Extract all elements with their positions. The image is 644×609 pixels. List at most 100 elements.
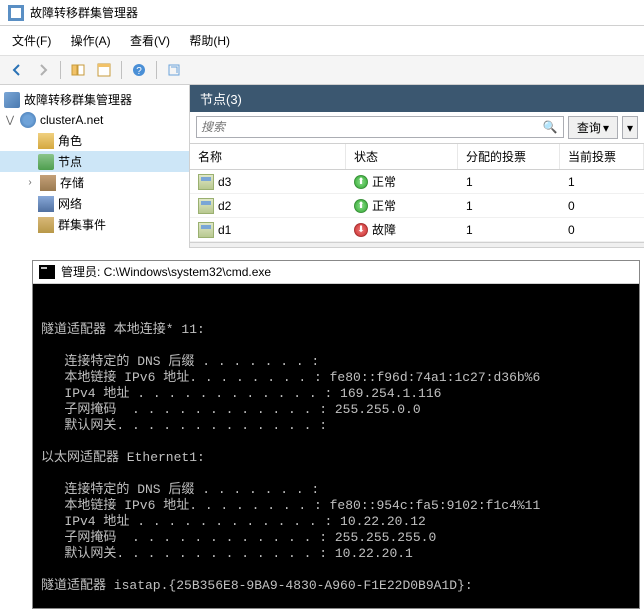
assigned-vote: 1 [458,170,560,193]
tree-cluster[interactable]: ⋁ clusterA.net [0,110,189,130]
forward-button[interactable] [32,59,54,81]
table-row[interactable]: d3 ⬆ 正常 11 [190,170,644,194]
svg-text:?: ? [136,66,142,77]
cmd-line: 连接特定的 DNS 后缀 . . . . . . . : [41,482,319,497]
grid-body: d3⬆正常11d2⬆正常10d1⬇故障10 [190,170,644,242]
content-header-label: 节点(3) [200,92,242,107]
window-titlebar: 故障转移群集管理器 [0,0,644,26]
column-name[interactable]: 名称 [190,144,346,169]
menubar: 文件(F) 操作(A) 查看(V) 帮助(H) [0,26,644,56]
menu-view[interactable]: 查看(V) [122,28,178,53]
back-button[interactable] [6,59,28,81]
chevron-down-icon: ▾ [627,121,633,135]
navigation-tree: 故障转移群集管理器 ⋁ clusterA.net 角色 节点 › 存储 网络 [0,85,190,248]
help-button[interactable]: ? [128,59,150,81]
cmd-line: 以太网适配器 Ethernet1: [41,450,205,465]
collapse-icon[interactable]: ⋁ [4,114,16,126]
app-icon [8,5,24,21]
tree-events-label: 群集事件 [58,216,106,233]
tree-storage[interactable]: › 存储 [0,172,189,193]
tree-node[interactable]: 节点 [0,151,189,172]
cmd-line: 本地链接 IPv6 地址. . . . . . . . : fe80::954c… [41,498,540,513]
toolbar: ? [0,56,644,85]
tree-cluster-label: clusterA.net [40,113,103,127]
column-status[interactable]: 状态 [346,144,458,169]
window-title: 故障转移群集管理器 [30,4,138,21]
tree-root-label: 故障转移群集管理器 [24,91,132,108]
tree-root[interactable]: 故障转移群集管理器 [0,89,189,110]
table-row[interactable]: d1 ⬇ 故障 10 [190,218,644,242]
tree-network[interactable]: 网络 [0,193,189,214]
current-vote: 1 [560,170,644,193]
cmd-line: 连接特定的 DNS 后缀 . . . . . . . : [41,354,319,369]
server-icon [198,222,214,238]
cmd-line: 子网掩码 . . . . . . . . . . . . : 255.255.0… [41,402,421,417]
node-name: d2 [218,199,231,213]
chevron-down-icon: ▾ [603,121,609,135]
search-input[interactable] [201,120,541,134]
cmd-title-text: 管理员: C:\Windows\system32\cmd.exe [61,264,271,280]
events-icon [38,217,54,233]
status-text: 故障 [372,221,396,238]
table-row[interactable]: d2 ⬆ 正常 10 [190,194,644,218]
tree-role[interactable]: 角色 [0,130,189,151]
cmd-line: IPv4 地址 . . . . . . . . . . . . : 10.22.… [41,514,426,529]
search-box: 🔍 [196,116,564,138]
cluster-manager-icon [4,92,20,108]
cmd-line: 本地链接 IPv6 地址. . . . . . . . : fe80::f96d… [41,370,540,385]
storage-icon [40,175,56,191]
server-icon [198,174,214,190]
cmd-line: 隧道适配器 isatap.{25B356E8-9BA9-4830-A960-F1… [41,578,473,593]
query-button[interactable]: 查询 ▾ [568,116,618,139]
cmd-icon [39,265,55,279]
dropdown-button[interactable]: ▾ [622,116,638,139]
content-header: 节点(3) [190,85,644,112]
grid-header: 名称 状态 分配的投票 当前投票 [190,144,644,170]
node-icon [38,154,54,170]
toolbar-separator [60,61,61,79]
node-name: d1 [218,223,231,237]
cmd-titlebar: 管理员: C:\Windows\system32\cmd.exe [33,261,639,284]
server-icon [198,198,214,214]
refresh-button[interactable] [163,59,185,81]
current-vote: 0 [560,218,644,241]
show-hide-tree-button[interactable] [67,59,89,81]
properties-button[interactable] [93,59,115,81]
menu-help[interactable]: 帮助(H) [181,28,238,53]
role-icon [38,133,54,149]
split-bar[interactable] [190,242,644,248]
network-icon [38,196,54,212]
status-ok-icon: ⬆ [354,175,368,189]
cmd-line: 隧道适配器 本地连接* 11: [41,322,205,337]
cmd-line: IPv4 地址 . . . . . . . . . . . . : 169.25… [41,386,441,401]
status-text: 正常 [372,197,396,214]
tree-events[interactable]: 群集事件 [0,214,189,235]
toolbar-separator [156,61,157,79]
cmd-line: 子网掩码 . . . . . . . . . . . . : 255.255.2… [41,530,436,545]
column-assigned-vote[interactable]: 分配的投票 [458,144,560,169]
cluster-icon [20,112,36,128]
node-name: d3 [218,175,231,189]
toolbar-separator [121,61,122,79]
tree-network-label: 网络 [58,195,82,212]
current-vote: 0 [560,194,644,217]
status-ok-icon: ⬆ [354,199,368,213]
cmd-window: 管理员: C:\Windows\system32\cmd.exe 隧道适配器 本… [32,260,640,609]
menu-action[interactable]: 操作(A) [63,28,119,53]
content-panel: 节点(3) 🔍 查询 ▾ ▾ 名称 状态 分配的投票 当前投票 d3⬆正常11d… [190,85,644,248]
status-text: 正常 [372,173,396,190]
cmd-line: 默认网关. . . . . . . . . . . . . : [41,418,327,433]
query-button-label: 查询 [577,119,601,136]
menu-file[interactable]: 文件(F) [4,28,59,53]
cmd-line: 默认网关. . . . . . . . . . . . . : 10.22.20… [41,546,413,561]
cmd-output: 隧道适配器 本地连接* 11: 连接特定的 DNS 后缀 . . . . . .… [33,284,639,608]
tree-role-label: 角色 [58,132,82,149]
assigned-vote: 1 [458,194,560,217]
search-row: 🔍 查询 ▾ ▾ [190,112,644,144]
search-icon[interactable]: 🔍 [541,120,559,134]
tree-storage-label: 存储 [60,174,84,191]
column-current-vote[interactable]: 当前投票 [560,144,644,169]
status-fail-icon: ⬇ [354,223,368,237]
assigned-vote: 1 [458,218,560,241]
expand-icon[interactable]: › [24,177,36,189]
